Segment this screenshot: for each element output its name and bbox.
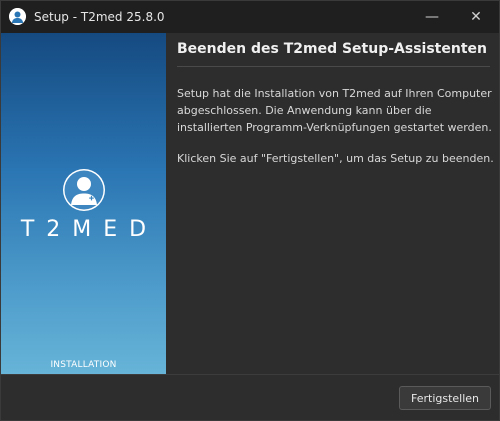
wizard-banner: T2MED INSTALLATION bbox=[1, 33, 166, 374]
title-bar: Setup - T2med 25.8.0 — ✕ bbox=[1, 1, 499, 33]
wizard-content: Beenden des T2med Setup-Assistenten Setu… bbox=[167, 33, 499, 374]
doctor-avatar-icon bbox=[62, 168, 106, 212]
title-divider bbox=[177, 66, 490, 67]
button-bar: Fertigstellen bbox=[1, 375, 499, 420]
completion-message: Setup hat die Installation von T2med auf… bbox=[177, 87, 492, 134]
window-title: Setup - T2med 25.8.0 bbox=[34, 10, 165, 24]
page-title: Beenden des T2med Setup-Assistenten bbox=[177, 41, 487, 57]
finish-button[interactable]: Fertigstellen bbox=[399, 386, 491, 410]
banner-footer-label: INSTALLATION bbox=[50, 360, 117, 370]
minimize-icon: — bbox=[425, 9, 439, 25]
app-logo-icon bbox=[9, 8, 26, 25]
close-button[interactable]: ✕ bbox=[453, 1, 499, 33]
brand-logo-text: T2MED bbox=[20, 217, 159, 242]
setup-window: Setup - T2med 25.8.0 — ✕ T2MED INSTALLAT… bbox=[0, 0, 500, 421]
minimize-button[interactable]: — bbox=[409, 1, 455, 33]
finish-instruction: Klicken Sie auf "Fertigstellen", um das … bbox=[177, 152, 494, 165]
close-icon: ✕ bbox=[470, 9, 482, 25]
